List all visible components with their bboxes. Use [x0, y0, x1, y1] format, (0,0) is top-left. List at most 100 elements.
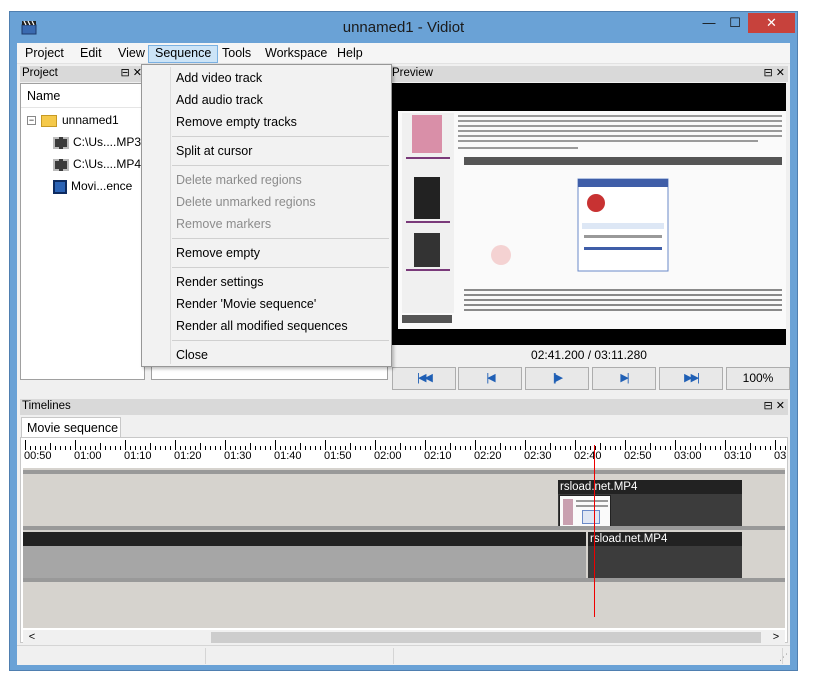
horizontal-scrollbar[interactable]: < >	[23, 630, 785, 645]
project-tree[interactable]: Name − unnamed1 C:\Us....MP3 C:\Us....MP4…	[20, 83, 145, 380]
ruler-minor-tick	[245, 446, 246, 450]
menu-view[interactable]: View	[112, 45, 151, 63]
minimize-button[interactable]: —	[696, 13, 722, 33]
go-to-end-button[interactable]: ▶▶|	[659, 367, 723, 390]
ruler-minor-tick	[590, 446, 591, 450]
ruler-minor-tick	[90, 446, 91, 450]
playhead-cursor[interactable]	[594, 445, 595, 617]
menu-sequence[interactable]: Sequence	[148, 45, 219, 63]
ruler-minor-tick	[70, 446, 71, 450]
ruler-minor-tick	[355, 446, 356, 450]
ruler-minor-tick	[660, 446, 661, 450]
track-divider[interactable]	[23, 470, 785, 474]
tracks-area[interactable]: rsload.net.MP4 rsload.net.MP4	[23, 468, 785, 628]
menu-item-render-settings[interactable]: Render settings	[176, 272, 264, 292]
close-window-button[interactable]: ✕	[748, 13, 795, 33]
track-divider[interactable]	[23, 578, 785, 582]
ruler-minor-tick	[490, 446, 491, 450]
ruler-label: 01:00	[74, 450, 102, 462]
ruler-minor-tick	[105, 446, 106, 450]
ruler-minor-tick	[620, 446, 621, 450]
menu-item-close[interactable]: Close	[176, 345, 208, 365]
ruler-minor-tick	[190, 446, 191, 450]
menu-item-add-video-track[interactable]: Add video track	[176, 68, 262, 88]
ruler-minor-tick	[555, 446, 556, 450]
ruler-minor-tick	[335, 446, 336, 450]
tab-movie-sequence[interactable]: Movie sequence	[21, 417, 121, 438]
ruler-minor-tick	[535, 446, 536, 450]
menu-workspace[interactable]: Workspace	[259, 45, 333, 63]
menu-item-add-audio-track[interactable]: Add audio track	[176, 90, 263, 110]
ruler-label: 02:30	[524, 450, 552, 462]
ruler-minor-tick	[100, 443, 101, 450]
ruler-minor-tick	[160, 446, 161, 450]
video-preview	[392, 83, 786, 345]
ruler-minor-tick	[205, 446, 206, 450]
tree-item-file[interactable]: C:\Us....MP4	[53, 154, 141, 174]
panel-float-close-icons[interactable]: ⊟ ✕	[121, 66, 143, 81]
name-column-header[interactable]: Name	[21, 84, 144, 108]
menu-tools[interactable]: Tools	[216, 45, 257, 63]
tree-item-root[interactable]: − unnamed1	[27, 110, 119, 130]
ruler-minor-tick	[580, 446, 581, 450]
ruler-minor-tick	[750, 443, 751, 450]
menu-project[interactable]: Project	[19, 45, 70, 63]
ruler-label: 03	[774, 450, 787, 462]
menu-help[interactable]: Help	[331, 45, 369, 63]
timeline-view[interactable]: 00:50 01:00 01:10 01:20 01:30 01:40 01:50 02:00…	[20, 437, 788, 645]
next-frame-button[interactable]: ▶|	[592, 367, 656, 390]
ruler-label: 01:20	[174, 450, 202, 462]
resize-grip-icon[interactable]: ⋰	[779, 652, 788, 663]
ruler-minor-tick	[545, 446, 546, 450]
tree-item-sequence[interactable]: Movi...ence	[53, 176, 132, 196]
audio-clip[interactable]	[23, 532, 586, 582]
collapse-icon[interactable]: −	[27, 116, 36, 126]
ruler-minor-tick	[95, 446, 96, 450]
menu-item-render-movie-sequence[interactable]: Render 'Movie sequence'	[176, 294, 316, 314]
previous-frame-button[interactable]: |◀	[458, 367, 522, 390]
ruler-minor-tick	[670, 446, 671, 450]
ruler-minor-tick	[560, 446, 561, 450]
ruler-minor-tick	[495, 446, 496, 450]
ruler-label: 03:00	[674, 450, 702, 462]
time-ruler[interactable]: 00:50 01:00 01:10 01:20 01:30 01:40 01:50 02:00…	[23, 438, 787, 466]
ruler-minor-tick	[290, 446, 291, 450]
scroll-left-icon[interactable]: <	[25, 630, 39, 645]
ruler-label: 03:10	[724, 450, 752, 462]
maximize-button[interactable]: ☐	[722, 13, 748, 33]
sequence-menu-dropdown: Add video track Add audio track Remove e…	[141, 64, 392, 367]
ruler-minor-tick	[260, 446, 261, 450]
ruler-minor-tick	[680, 446, 681, 450]
video-frame-image	[398, 111, 786, 329]
ruler-minor-tick	[695, 446, 696, 450]
ruler-minor-tick	[420, 446, 421, 450]
zoom-button[interactable]: 100%	[726, 367, 790, 390]
panel-float-close-icons[interactable]: ⊟ ✕	[764, 66, 786, 81]
audio-clip[interactable]: rsload.net.MP4	[588, 532, 742, 582]
ruler-minor-tick	[755, 446, 756, 450]
menu-item-render-all-modified[interactable]: Render all modified sequences	[176, 316, 348, 336]
ruler-minor-tick	[310, 446, 311, 450]
menu-item-remove-empty[interactable]: Remove empty	[176, 243, 260, 263]
ruler-minor-tick	[500, 443, 501, 450]
ruler-minor-tick	[110, 446, 111, 450]
title-bar[interactable]: unnamed1 - Vidiot — ☐ ✕	[10, 12, 797, 43]
scroll-thumb[interactable]	[211, 632, 761, 643]
go-to-start-button[interactable]: |◀◀	[392, 367, 456, 390]
menu-item-remove-empty-tracks[interactable]: Remove empty tracks	[176, 112, 297, 132]
scroll-right-icon[interactable]: >	[769, 630, 783, 645]
track-divider[interactable]	[23, 526, 785, 530]
ruler-minor-tick	[265, 446, 266, 450]
panel-float-close-icons[interactable]: ⊟ ✕	[764, 399, 786, 414]
play-button[interactable]: ||▶	[525, 367, 589, 390]
ruler-minor-tick	[195, 446, 196, 450]
menu-edit[interactable]: Edit	[74, 45, 108, 63]
tree-item-file[interactable]: C:\Us....MP3	[53, 132, 141, 152]
video-clip[interactable]: rsload.net.MP4	[558, 480, 742, 530]
ruler-major-tick	[275, 440, 276, 450]
menu-item-split-at-cursor[interactable]: Split at cursor	[176, 141, 252, 161]
ruler-minor-tick	[180, 446, 181, 450]
status-cell	[394, 648, 783, 664]
ruler-major-tick	[425, 440, 426, 450]
film-icon	[53, 136, 69, 149]
